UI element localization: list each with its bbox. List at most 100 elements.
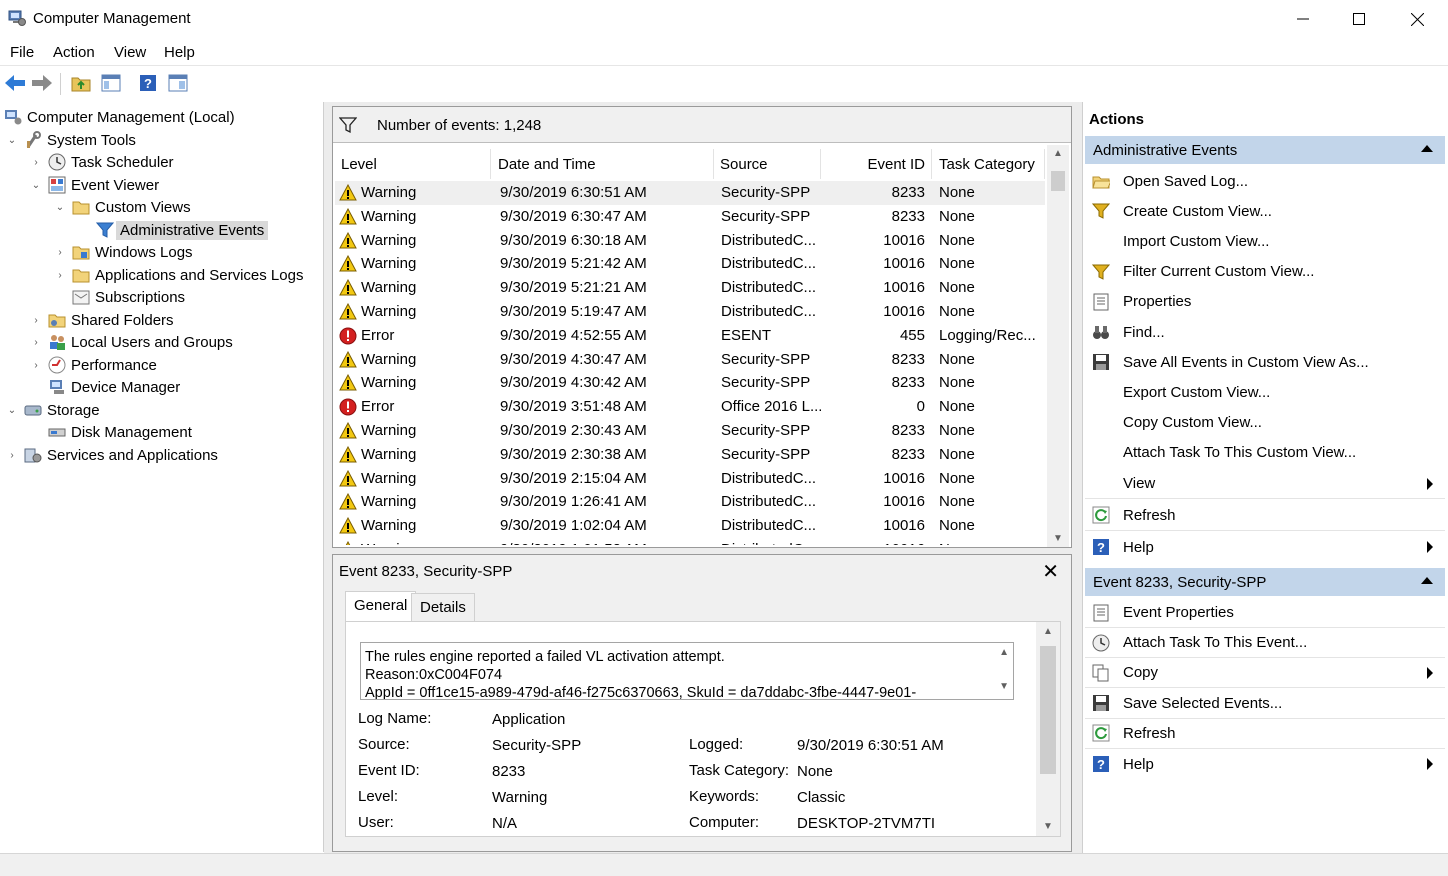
scroll-up-icon[interactable]: ▲	[1036, 626, 1060, 637]
expand-chevron-icon[interactable]: ›	[30, 315, 42, 326]
collapse-caret-icon[interactable]	[1421, 577, 1433, 584]
detail-scrollbar[interactable]: ▲ ▼	[1036, 622, 1060, 836]
action-copy-custom-view[interactable]: Copy Custom View...	[1085, 408, 1445, 438]
event-row[interactable]: Warning 9/30/2019 2:30:38 AM Security-SPP 8…	[335, 443, 1045, 467]
scroll-up-icon[interactable]: ▲	[1047, 148, 1069, 159]
event-description[interactable]: The rules engine reported a failed VL ac…	[360, 642, 1014, 700]
event-row[interactable]: Warning 9/30/2019 1:26:41 AM DistributedC.…	[335, 490, 1045, 514]
tree-node-disk-management[interactable]: Disk Management	[30, 421, 192, 443]
event-row[interactable]: Warning 9/30/2019 4:30:42 AM Security-SPP 8…	[335, 371, 1045, 395]
close-button[interactable]	[1388, 0, 1446, 38]
scroll-down-icon[interactable]: ▼	[999, 681, 1009, 692]
scroll-down-icon[interactable]: ▼	[1047, 533, 1069, 544]
section-event-8233[interactable]: Event 8233, Security-SPP	[1085, 568, 1445, 596]
event-row[interactable]: Warning 9/30/2019 5:21:21 AM DistributedC.…	[335, 276, 1045, 300]
tree-node-storage[interactable]: ⌄ Storage	[6, 399, 100, 421]
maximize-button[interactable]	[1330, 0, 1388, 38]
close-icon[interactable]: ✕	[1042, 559, 1059, 584]
tree-node-services-applications[interactable]: › Services and Applications	[6, 444, 218, 466]
event-row[interactable]: Warning 9/30/2019 5:19:47 AM DistributedC.…	[335, 300, 1045, 324]
action-event-properties[interactable]: Event Properties	[1085, 598, 1445, 628]
actions-splitter[interactable]	[1074, 102, 1082, 854]
tree-node-computer-management[interactable]: Computer Management (Local)	[4, 106, 235, 128]
action-refresh[interactable]: Refresh	[1085, 719, 1445, 749]
column-header-task-category[interactable]: Task Category	[933, 149, 1045, 179]
expand-chevron-icon[interactable]: ›	[30, 360, 42, 371]
menu-file[interactable]: File	[10, 44, 34, 61]
collapse-chevron-icon[interactable]: ⌄	[6, 135, 18, 146]
tree-node-custom-views[interactable]: ⌄ Custom Views	[54, 196, 191, 218]
expand-chevron-icon[interactable]: ›	[30, 337, 42, 348]
scroll-down-icon[interactable]: ▼	[1036, 821, 1060, 832]
scroll-thumb[interactable]	[1040, 646, 1056, 774]
scroll-thumb[interactable]	[1051, 171, 1065, 191]
tab-details[interactable]: Details	[411, 593, 475, 621]
tree-node-local-users-groups[interactable]: › Local Users and Groups	[30, 331, 232, 353]
event-row[interactable]: Warning 9/30/2019 6:30:18 AM DistributedC.…	[335, 229, 1045, 253]
action-help[interactable]: ? Help	[1085, 532, 1445, 562]
action-save-selected-events[interactable]: Save Selected Events...	[1085, 689, 1445, 719]
event-row[interactable]: Error 9/30/2019 4:52:55 AM ESENT 455 Logging…	[335, 324, 1045, 348]
action-save-all-events-in-custom-view-as[interactable]: Save All Events in Custom View As...	[1085, 347, 1445, 377]
action-help[interactable]: ? Help	[1085, 749, 1445, 779]
action-view[interactable]: View	[1085, 469, 1445, 500]
action-copy[interactable]: Copy	[1085, 658, 1445, 689]
warning-icon	[345, 541, 351, 545]
expand-chevron-icon[interactable]: ›	[54, 270, 66, 281]
expand-chevron-icon[interactable]: ›	[30, 157, 42, 168]
tree-node-event-viewer[interactable]: ⌄ Event Viewer	[30, 174, 159, 196]
section-administrative-events[interactable]: Administrative Events	[1085, 136, 1445, 164]
tree-node-device-manager[interactable]: Device Manager	[30, 376, 180, 398]
action-open-saved-log[interactable]: Open Saved Log...	[1085, 166, 1445, 196]
expand-chevron-icon[interactable]: ›	[54, 247, 66, 258]
event-row[interactable]: Warning 9/30/2019 2:30:43 AM Security-SPP 8…	[335, 419, 1045, 443]
event-list-scrollbar[interactable]: ▲ ▼	[1047, 145, 1069, 547]
tree-node-system-tools[interactable]: ⌄ System Tools	[6, 129, 136, 151]
action-filter-current-custom-view[interactable]: Filter Current Custom View...	[1085, 257, 1445, 287]
expand-chevron-icon[interactable]: ›	[6, 450, 18, 461]
tree-node-performance[interactable]: › Performance	[30, 354, 157, 376]
collapse-caret-icon[interactable]	[1421, 145, 1433, 152]
event-row[interactable]: Warning 9/30/2019 6:30:47 AM Security-SPP 8…	[335, 205, 1045, 229]
column-header-event-id[interactable]: Event ID	[822, 149, 932, 179]
minimize-button[interactable]	[1274, 0, 1332, 38]
show-hide-action-pane-button[interactable]	[166, 71, 190, 95]
tree-node-subscriptions[interactable]: Subscriptions	[54, 286, 185, 308]
action-attach-task-to-this-event[interactable]: Attach Task To This Event...	[1085, 628, 1445, 659]
event-row[interactable]: Error 9/30/2019 3:51:48 AM Office 2016 L..…	[335, 395, 1045, 419]
forward-button[interactable]	[30, 71, 54, 95]
action-export-custom-view[interactable]: Export Custom View...	[1085, 377, 1445, 407]
event-row[interactable]: Warning 9/30/2019 1:02:04 AM DistributedC.…	[335, 514, 1045, 538]
collapse-chevron-icon[interactable]: ⌄	[30, 180, 42, 191]
event-row[interactable]: Warning 9/30/2019 4:30:47 AM Security-SPP 8…	[335, 348, 1045, 372]
event-row[interactable]: Warning 9/30/2019 6:30:51 AM Security-SPP 8…	[335, 181, 1045, 205]
action-properties[interactable]: Properties	[1085, 287, 1445, 317]
tree-node-task-scheduler[interactable]: › Task Scheduler	[30, 151, 174, 173]
back-button[interactable]	[3, 71, 27, 95]
collapse-chevron-icon[interactable]: ⌄	[54, 202, 66, 213]
tab-general[interactable]: General	[345, 591, 417, 622]
event-row[interactable]: Warning 9/30/2019 5:21:42 AM DistributedC.…	[335, 252, 1045, 276]
tree-node-shared-folders[interactable]: › Shared Folders	[30, 309, 173, 331]
menu-help[interactable]: Help	[164, 44, 195, 61]
help-toolbar-button[interactable]: ?	[136, 71, 160, 95]
event-row[interactable]: Warning 9/30/2019 1:01:52 AM DistributedC.…	[335, 538, 1045, 545]
menu-action[interactable]: Action	[53, 44, 95, 61]
scroll-up-icon[interactable]: ▲	[999, 647, 1009, 658]
show-hide-console-tree-button[interactable]	[99, 71, 123, 95]
action-attach-task-to-this-custom-view[interactable]: Attach Task To This Custom View...	[1085, 438, 1445, 468]
collapse-chevron-icon[interactable]: ⌄	[6, 405, 18, 416]
tree-node-applications-services-logs[interactable]: › Applications and Services Logs	[54, 264, 303, 286]
action-create-custom-view[interactable]: Create Custom View...	[1085, 196, 1445, 226]
menu-view[interactable]: View	[114, 44, 146, 61]
column-header-level[interactable]: Level	[335, 149, 491, 179]
action-find[interactable]: Find...	[1085, 317, 1445, 347]
tree-node-windows-logs[interactable]: › Windows Logs	[54, 241, 192, 263]
column-header-date-time[interactable]: Date and Time	[492, 149, 714, 179]
tree-node-administrative-events[interactable]: Administrative Events	[78, 219, 269, 241]
column-header-source[interactable]: Source	[714, 149, 821, 179]
action-refresh[interactable]: Refresh	[1085, 501, 1445, 531]
action-import-custom-view[interactable]: Import Custom View...	[1085, 226, 1445, 256]
up-one-level-button[interactable]	[69, 71, 93, 95]
event-row[interactable]: Warning 9/30/2019 2:15:04 AM DistributedC.…	[335, 467, 1045, 491]
